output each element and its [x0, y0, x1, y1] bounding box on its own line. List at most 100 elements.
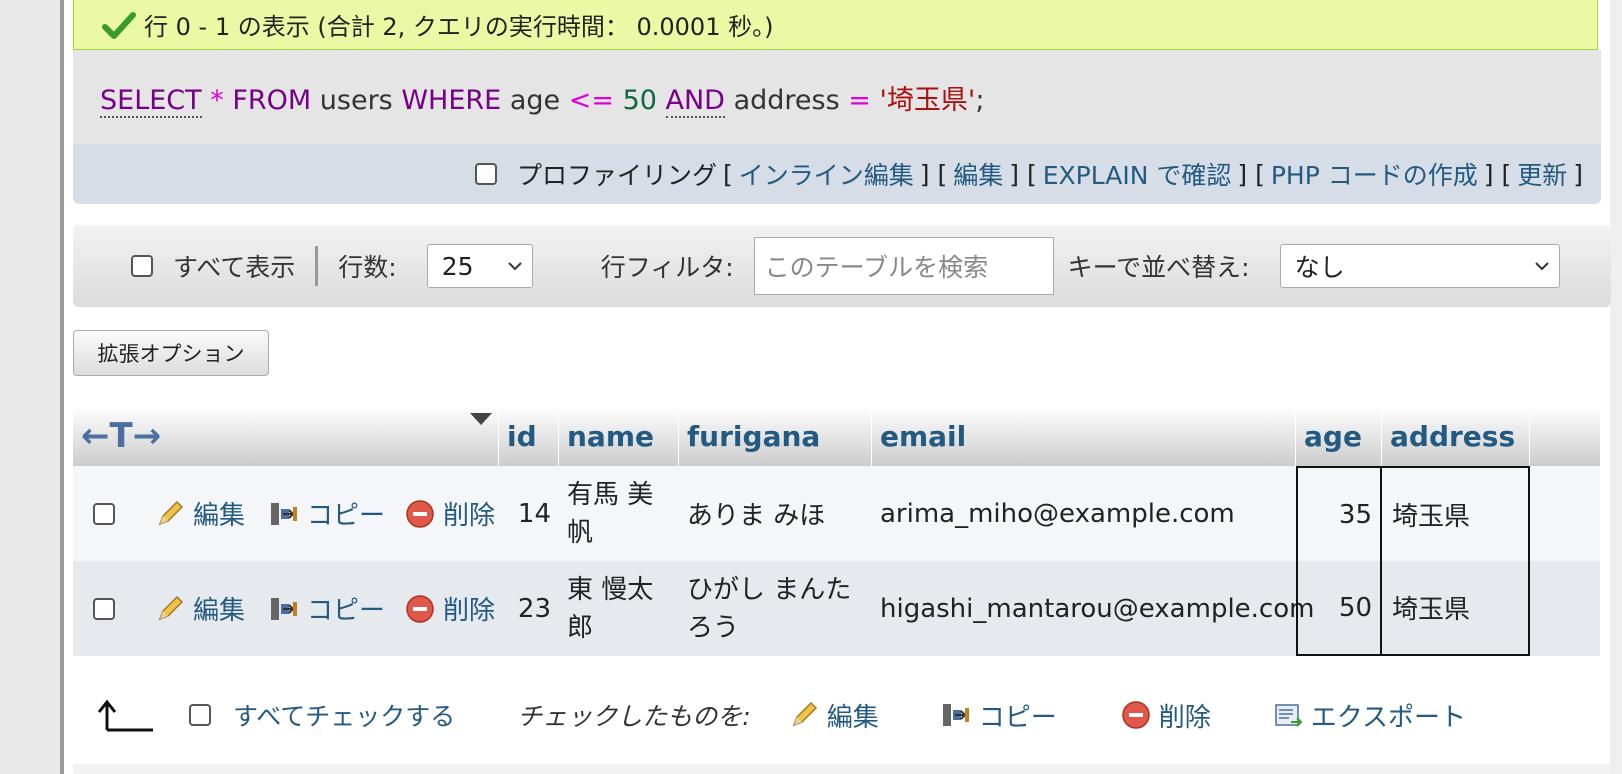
column-header-age[interactable]: age — [1296, 406, 1382, 466]
cell-address: 埼玉県 — [1382, 561, 1530, 656]
row-checkbox[interactable] — [93, 502, 115, 525]
success-message: 行 0 - 1 の表示 (合計 2, クエリの実行時間： 0.0001 秒。) — [73, 0, 1598, 50]
bracket: ] [ — [1483, 159, 1512, 189]
pencil-icon — [792, 701, 817, 727]
cell-id: 23 — [517, 593, 551, 624]
rows-label: 行数: — [338, 253, 397, 282]
explain-link[interactable]: EXPLAIN で確認 — [1043, 156, 1232, 192]
cell-name: 有馬 美 帆 — [567, 479, 654, 548]
cell-furigana: ひがし まんた ろう — [687, 574, 852, 643]
sql-value-address: '埼玉県' — [879, 84, 976, 116]
inline-edit-link[interactable]: インライン編集 — [739, 156, 914, 192]
sql-column-address: address — [733, 84, 840, 116]
right-scroll-edge — [1610, 0, 1622, 774]
sort-by-key-value: なし — [1294, 253, 1345, 282]
row-filter-label: 行フィルタ: — [600, 253, 734, 282]
bulk-export-button[interactable]: エクスポート — [1273, 697, 1466, 734]
bottom-panel-edge — [73, 764, 1610, 774]
sql-keyword-select[interactable]: SELECT — [100, 84, 202, 118]
bulk-actions-bar: すべてチェックする チェックしたものを: 編集 コピー 削除 エクスポート — [73, 685, 1600, 745]
bulk-delete-button[interactable]: 削除 — [1121, 697, 1211, 734]
arrow-up-left-icon — [97, 699, 153, 732]
refresh-link[interactable]: 更新 — [1517, 156, 1567, 192]
nav-divider — [315, 246, 319, 286]
column-header-furigana[interactable]: furigana — [679, 406, 872, 466]
chevron-down-icon — [507, 262, 522, 271]
delete-icon — [1121, 701, 1150, 729]
copy-insert-icon — [271, 597, 297, 620]
bracket: [ — [723, 159, 733, 189]
sql-star: * — [210, 84, 224, 116]
sql-keyword-and[interactable]: AND — [665, 84, 725, 118]
sql-table: users — [319, 84, 393, 116]
cell-address: 埼玉県 — [1382, 466, 1530, 561]
navigation-bar: すべて表示 行数: 25 行フィルタ: このテーブルを検索 キーで並べ替え: な… — [73, 225, 1611, 307]
sql-query-box: SELECT * FROM users WHERE age <= 50 AND … — [73, 50, 1601, 144]
row-filter-placeholder: このテーブルを検索 — [764, 253, 989, 282]
copy-insert-icon — [942, 704, 969, 726]
arrows-label: ←T→ — [81, 416, 162, 456]
sql-operator-eq: = — [848, 84, 871, 116]
cell-name: 東 慢太 郎 — [567, 574, 654, 643]
bracket: ] — [1573, 159, 1583, 189]
column-header-email[interactable]: email — [872, 406, 1296, 466]
pencil-icon — [158, 595, 184, 620]
export-icon — [1275, 704, 1303, 727]
extended-options-button[interactable]: 拡張オプション — [73, 330, 269, 376]
chevron-down-icon — [1534, 262, 1549, 271]
show-all-checkbox[interactable] — [131, 255, 153, 277]
bracket: ] [ — [1009, 159, 1037, 189]
sql-keyword-from: FROM — [232, 84, 312, 116]
sql-keyword-where: WHERE — [401, 84, 502, 116]
column-resize-arrows[interactable]: ←T→ — [73, 406, 499, 466]
table-row: 編集 コピー 削除 23 東 慢太 郎 ひがし まんた ろう higashi_m… — [73, 561, 1600, 656]
check-icon — [102, 11, 136, 39]
check-all-link[interactable]: すべてチェックする — [233, 697, 455, 733]
bracket: ] [ — [919, 159, 948, 189]
cell-age: 35 — [1296, 466, 1382, 561]
sql-terminator: ; — [975, 84, 985, 116]
with-selected-label: チェックしたものを: — [517, 702, 751, 731]
rows-per-page-value: 25 — [441, 251, 474, 281]
row-checkbox[interactable] — [93, 597, 115, 620]
pencil-icon — [158, 500, 184, 525]
sql-query: SELECT * FROM users WHERE age <= 50 AND … — [100, 78, 985, 118]
column-header-name[interactable]: name — [559, 406, 679, 466]
row-delete-action[interactable]: 削除 — [405, 466, 495, 561]
table-row: 編集 コピー 削除 14 有馬 美 帆 ありま みほ arima_miho@ex… — [73, 466, 1600, 561]
bulk-edit-button[interactable]: 編集 — [789, 697, 879, 734]
row-copy-action[interactable]: コピー — [269, 561, 385, 656]
bulk-copy-button[interactable]: コピー — [941, 697, 1057, 734]
delete-icon — [406, 594, 434, 623]
show-all-label: すべて表示 — [173, 253, 296, 282]
query-links-bar: プロファイリング [ インライン編集 ] [ 編集 ] [ EXPLAIN で確… — [73, 144, 1601, 204]
cell-furigana: ありま みほ — [687, 501, 826, 531]
row-select-cell — [93, 466, 115, 561]
sort-by-key-select[interactable]: なし — [1279, 244, 1560, 288]
row-edit-action[interactable]: 編集 — [155, 466, 245, 561]
sql-column-age: age — [509, 84, 561, 116]
sort-triangle-icon[interactable] — [469, 412, 493, 426]
success-text: 行 0 - 1 の表示 (合計 2, クエリの実行時間： 0.0001 秒。) — [144, 13, 774, 41]
results-table-header: ←T→ id name furigana email age address — [73, 406, 1600, 466]
row-copy-action[interactable]: コピー — [269, 466, 385, 561]
row-filter-input[interactable]: このテーブルを検索 — [753, 237, 1054, 295]
row-select-cell — [93, 561, 115, 656]
rows-per-page-select[interactable]: 25 — [426, 244, 533, 288]
cell-id: 14 — [517, 498, 551, 529]
column-header-id[interactable]: id — [499, 406, 559, 466]
left-gutter — [0, 0, 60, 774]
php-code-link[interactable]: PHP コードの作成 — [1271, 156, 1478, 192]
check-all-checkbox[interactable] — [189, 704, 211, 726]
row-delete-action[interactable]: 削除 — [405, 561, 495, 656]
cell-email: higashi_mantarou@example.com — [880, 593, 1315, 624]
column-header-address[interactable]: address — [1382, 406, 1530, 466]
profiling-label: プロファイリング — [517, 161, 718, 190]
cell-age: 50 — [1296, 561, 1382, 656]
row-edit-action[interactable]: 編集 — [155, 561, 245, 656]
edit-query-link[interactable]: 編集 — [953, 156, 1003, 192]
copy-insert-icon — [271, 502, 297, 525]
delete-icon — [406, 499, 434, 528]
profiling-checkbox[interactable] — [475, 163, 497, 185]
sort-by-key-label: キーで並べ替え: — [1067, 253, 1250, 282]
